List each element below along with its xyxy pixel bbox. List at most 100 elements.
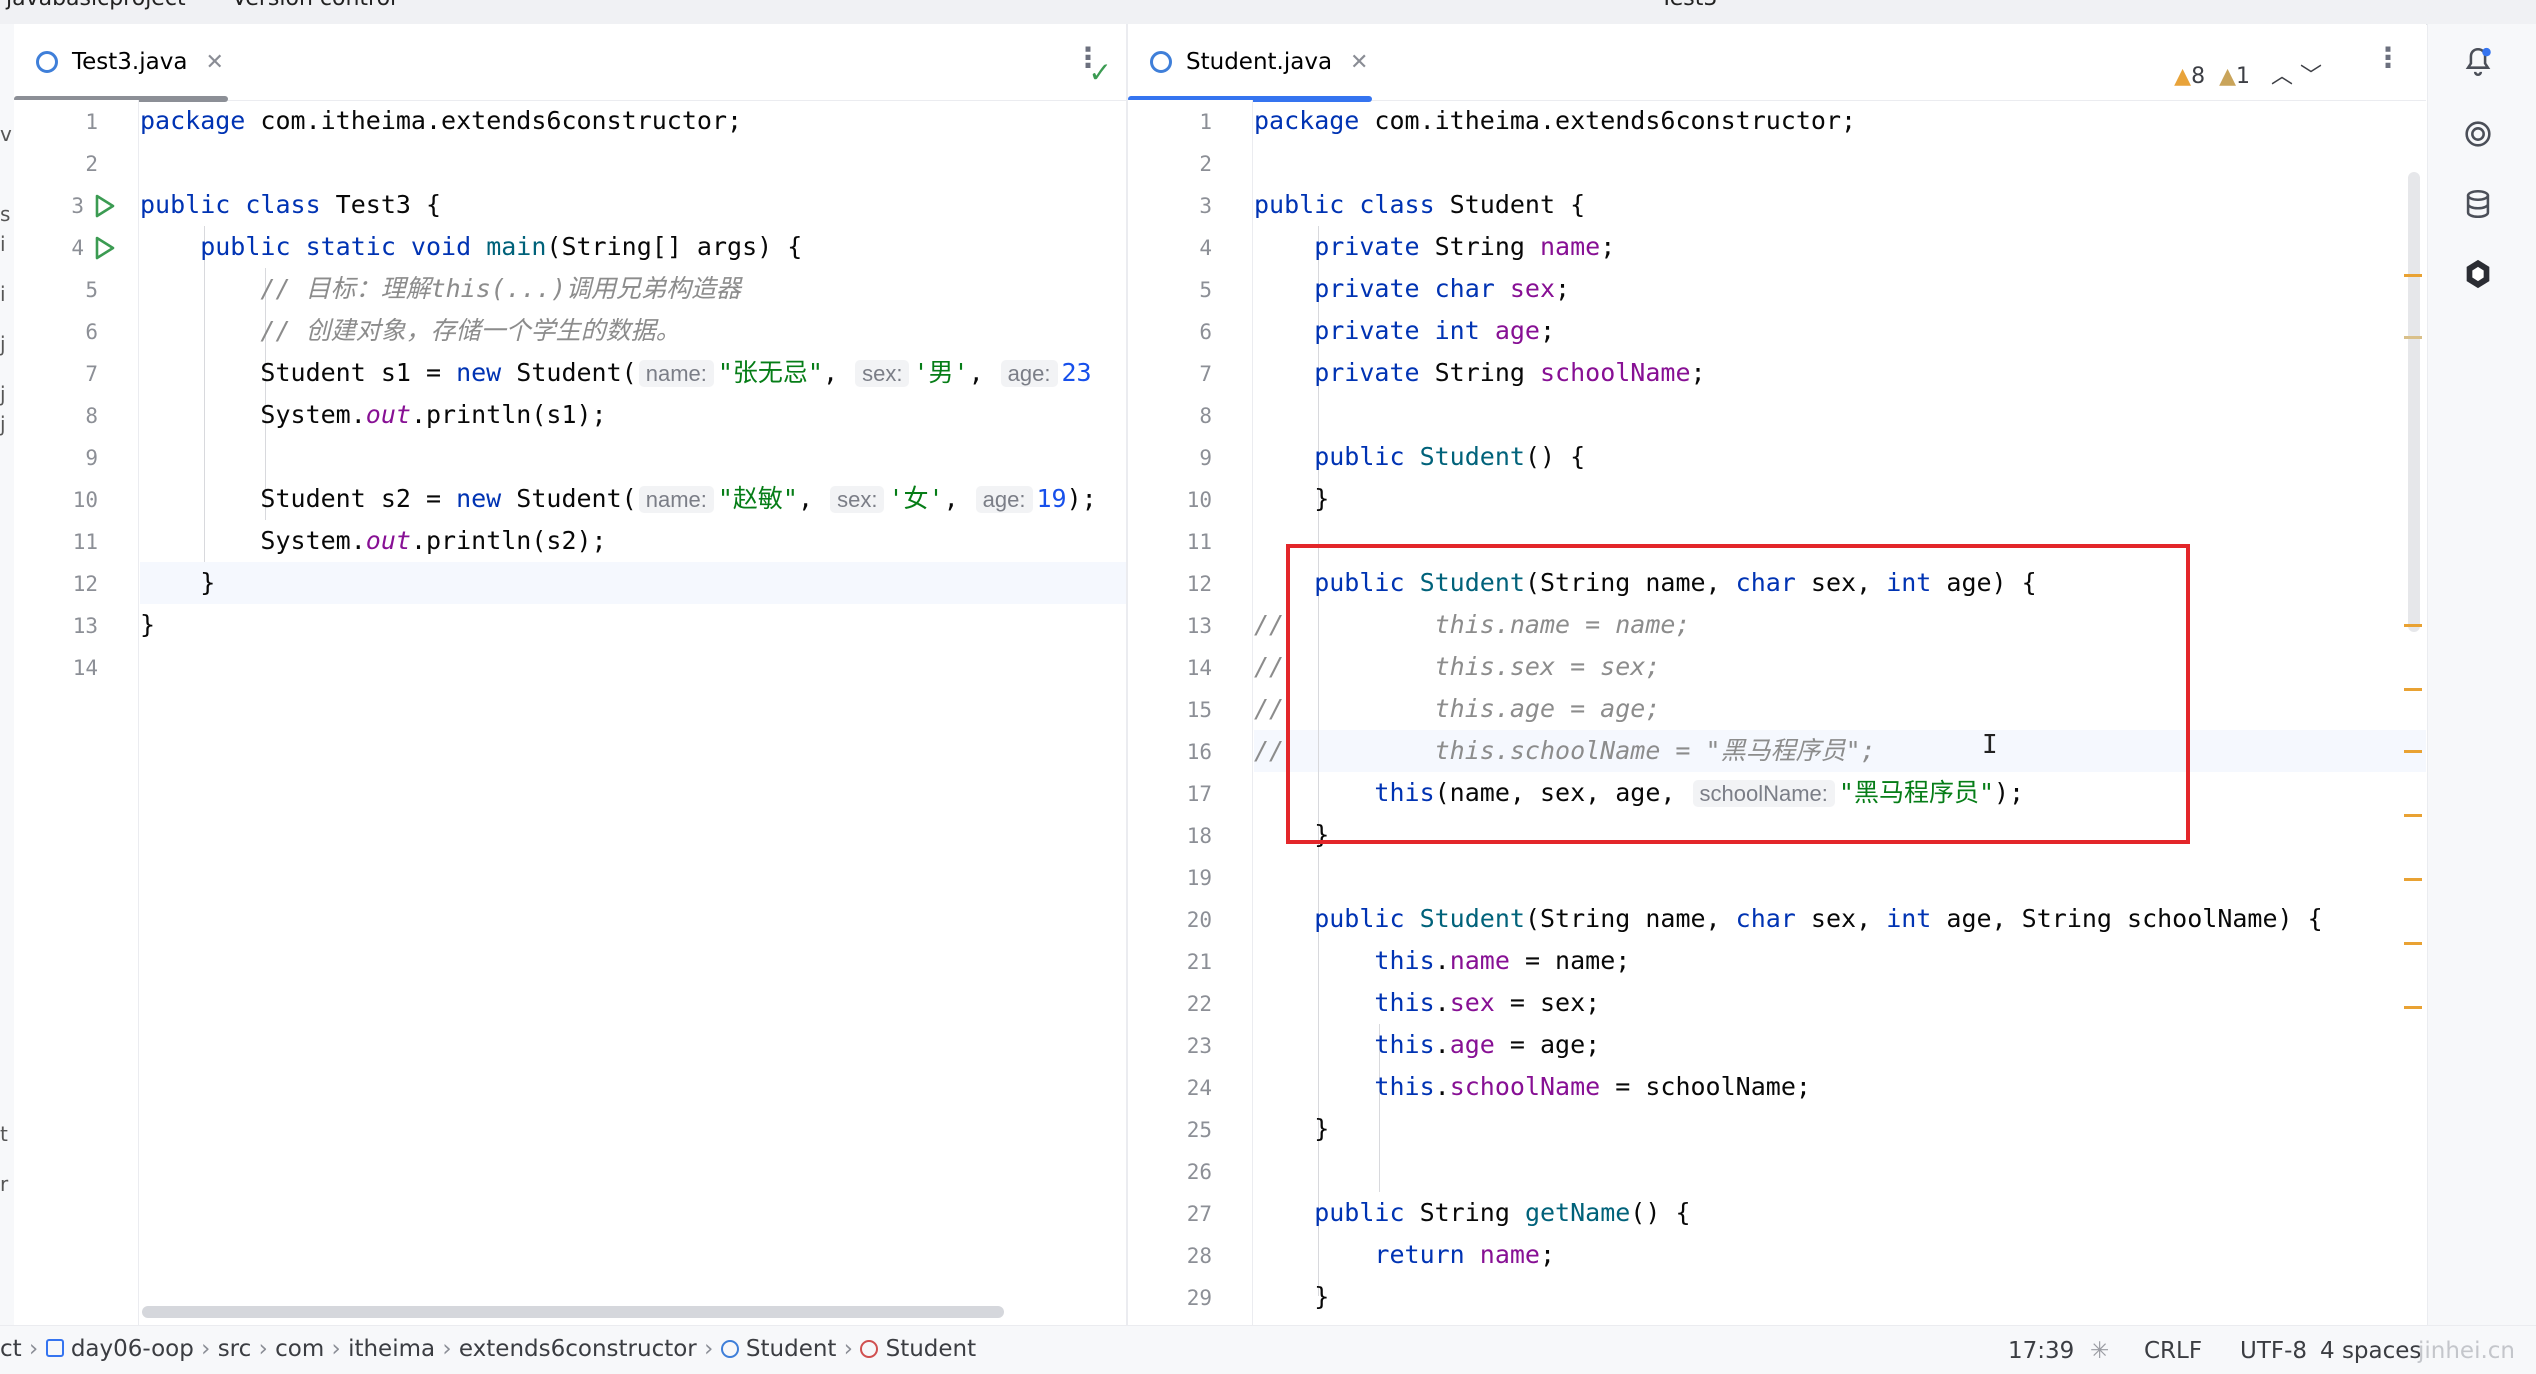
line-number[interactable]: 1 bbox=[85, 110, 98, 134]
code-line[interactable]: // 目标：理解this(...)调用兄弟构造器 bbox=[140, 268, 741, 310]
error-stripe-mark[interactable] bbox=[2404, 274, 2422, 277]
run-icon[interactable] bbox=[94, 194, 116, 222]
code-line[interactable]: } bbox=[140, 562, 215, 604]
line-number[interactable]: 10 bbox=[73, 488, 98, 512]
notifications-icon[interactable] bbox=[2458, 42, 2498, 82]
run-icon[interactable] bbox=[94, 236, 116, 264]
breadcrumb-item[interactable]: Student bbox=[886, 1336, 977, 1362]
line-number[interactable]: 3 bbox=[71, 194, 84, 218]
chevron-up-icon[interactable]: ︿ bbox=[2271, 64, 2293, 89]
file-encoding[interactable]: UTF-8 bbox=[2240, 1338, 2307, 1364]
code-line[interactable]: return name; bbox=[1254, 1234, 1555, 1276]
line-number[interactable]: 25 bbox=[1187, 1118, 1212, 1142]
line-number[interactable]: 12 bbox=[73, 572, 98, 596]
code-line[interactable]: Student s2 = new Student(name: "赵敏", sex:… bbox=[140, 478, 1097, 520]
line-number[interactable]: 16 bbox=[1187, 740, 1212, 764]
line-number[interactable]: 3 bbox=[1199, 194, 1212, 218]
code-line[interactable]: this.age = age; bbox=[1254, 1024, 1600, 1066]
breadcrumb-item[interactable]: itheima bbox=[348, 1336, 435, 1362]
chevron-down-icon[interactable]: ﹀ bbox=[2300, 64, 2322, 89]
caret-position[interactable]: 17:39 bbox=[2008, 1338, 2074, 1364]
line-number[interactable]: 5 bbox=[1199, 278, 1212, 302]
line-number[interactable]: 6 bbox=[1199, 320, 1212, 344]
run-config[interactable]: Test3 bbox=[1660, 0, 1717, 11]
line-number[interactable]: 17 bbox=[1187, 782, 1212, 806]
code-line[interactable]: public static void main(String[] args) { bbox=[140, 226, 802, 268]
error-stripe-mark[interactable] bbox=[2404, 624, 2422, 627]
line-separator[interactable]: CRLF bbox=[2144, 1338, 2202, 1364]
line-number[interactable]: 2 bbox=[85, 152, 98, 176]
line-number[interactable]: 2 bbox=[1199, 152, 1212, 176]
code-line[interactable]: System.out.println(s2); bbox=[140, 520, 606, 562]
code-line[interactable]: private int age; bbox=[1254, 310, 1555, 352]
line-number[interactable]: 22 bbox=[1187, 992, 1212, 1016]
code-line[interactable]: public Student(String name, char sex, in… bbox=[1254, 898, 2323, 940]
line-number[interactable]: 27 bbox=[1187, 1202, 1212, 1226]
line-number[interactable]: 7 bbox=[85, 362, 98, 386]
line-number[interactable]: 13 bbox=[1187, 614, 1212, 638]
vertical-scrollbar[interactable] bbox=[2408, 172, 2420, 632]
breadcrumb-item[interactable]: day06-oop bbox=[71, 1336, 194, 1362]
line-number[interactable]: 11 bbox=[1187, 530, 1212, 554]
code-line[interactable]: public String getName() { bbox=[1254, 1192, 1690, 1234]
plugin-icon[interactable] bbox=[2458, 254, 2498, 294]
database-icon[interactable] bbox=[2458, 184, 2498, 224]
line-number[interactable]: 9 bbox=[1199, 446, 1212, 470]
vcs-menu[interactable]: Version control bbox=[232, 0, 396, 11]
line-number[interactable]: 4 bbox=[71, 236, 84, 260]
line-number[interactable]: 24 bbox=[1187, 1076, 1212, 1100]
code-line[interactable]: this.sex = sex; bbox=[1254, 982, 1600, 1024]
background-tasks-icon[interactable]: ✳ bbox=[2090, 1338, 2109, 1364]
breadcrumb-item[interactable]: src bbox=[218, 1336, 252, 1362]
close-icon[interactable]: ✕ bbox=[205, 50, 223, 75]
left-code-area[interactable]: package com.itheima.extends6constructor;… bbox=[140, 100, 1126, 1326]
line-number[interactable]: 28 bbox=[1187, 1244, 1212, 1268]
error-stripe-mark[interactable] bbox=[2404, 878, 2422, 881]
line-number[interactable]: 14 bbox=[1187, 656, 1212, 680]
project-name[interactable]: javabasicproject bbox=[6, 0, 186, 11]
breadcrumb-item[interactable]: Student bbox=[746, 1336, 837, 1362]
code-line[interactable]: // 创建对象，存储一个学生的数据。 bbox=[140, 310, 680, 352]
breadcrumb-item[interactable]: extends6constructor bbox=[459, 1336, 697, 1362]
line-number[interactable]: 12 bbox=[1187, 572, 1212, 596]
code-line[interactable]: public class Test3 { bbox=[140, 184, 441, 226]
ai-assistant-icon[interactable] bbox=[2458, 114, 2498, 154]
line-number[interactable]: 29 bbox=[1187, 1286, 1212, 1310]
code-line[interactable]: Student s1 = new Student(name: "张无忌", sex… bbox=[140, 352, 1092, 394]
error-stripe-mark[interactable] bbox=[2404, 750, 2422, 753]
code-line[interactable]: public Student() { bbox=[1254, 436, 1585, 478]
code-line[interactable]: this.name = name; bbox=[1254, 940, 1630, 982]
indent-setting[interactable]: 4 spaces bbox=[2320, 1338, 2421, 1364]
line-number[interactable]: 8 bbox=[85, 404, 98, 428]
close-icon[interactable]: ✕ bbox=[1350, 50, 1368, 75]
line-number[interactable]: 18 bbox=[1187, 824, 1212, 848]
error-stripe-mark[interactable] bbox=[2404, 1006, 2422, 1009]
line-number[interactable]: 4 bbox=[1199, 236, 1212, 260]
code-line[interactable]: public class Student { bbox=[1254, 184, 1585, 226]
code-line[interactable]: } bbox=[1254, 478, 1329, 520]
no-problems-icon[interactable]: ✓ bbox=[1089, 56, 1112, 89]
line-number[interactable]: 14 bbox=[73, 656, 98, 680]
line-number[interactable]: 1 bbox=[1199, 110, 1212, 134]
breadcrumb-item[interactable]: ct bbox=[0, 1336, 22, 1362]
inspection-widget[interactable]: ▲8 ▲1 ︿ ﹀ bbox=[2174, 58, 2322, 90]
code-line[interactable]: private String schoolName; bbox=[1254, 352, 1705, 394]
code-line[interactable]: package com.itheima.extends6constructor; bbox=[140, 100, 742, 142]
error-stripe-mark[interactable] bbox=[2404, 942, 2422, 945]
line-number[interactable]: 10 bbox=[1187, 488, 1212, 512]
horizontal-scrollbar[interactable] bbox=[142, 1306, 1004, 1318]
error-stripe-mark[interactable] bbox=[2404, 336, 2422, 339]
line-number[interactable]: 26 bbox=[1187, 1160, 1212, 1184]
code-line[interactable]: package com.itheima.extends6constructor; bbox=[1254, 100, 1856, 142]
code-line[interactable]: } bbox=[1254, 1276, 1329, 1318]
line-number[interactable]: 20 bbox=[1187, 908, 1212, 932]
code-line[interactable]: private String name; bbox=[1254, 226, 1615, 268]
breadcrumb-item[interactable]: com bbox=[275, 1336, 324, 1362]
line-number[interactable]: 5 bbox=[85, 278, 98, 302]
code-line[interactable]: } bbox=[140, 604, 155, 646]
error-stripe-mark[interactable] bbox=[2404, 814, 2422, 817]
code-line[interactable]: } bbox=[1254, 1108, 1329, 1150]
line-number[interactable]: 13 bbox=[73, 614, 98, 638]
line-number[interactable]: 23 bbox=[1187, 1034, 1212, 1058]
code-line[interactable]: private char sex; bbox=[1254, 268, 1570, 310]
